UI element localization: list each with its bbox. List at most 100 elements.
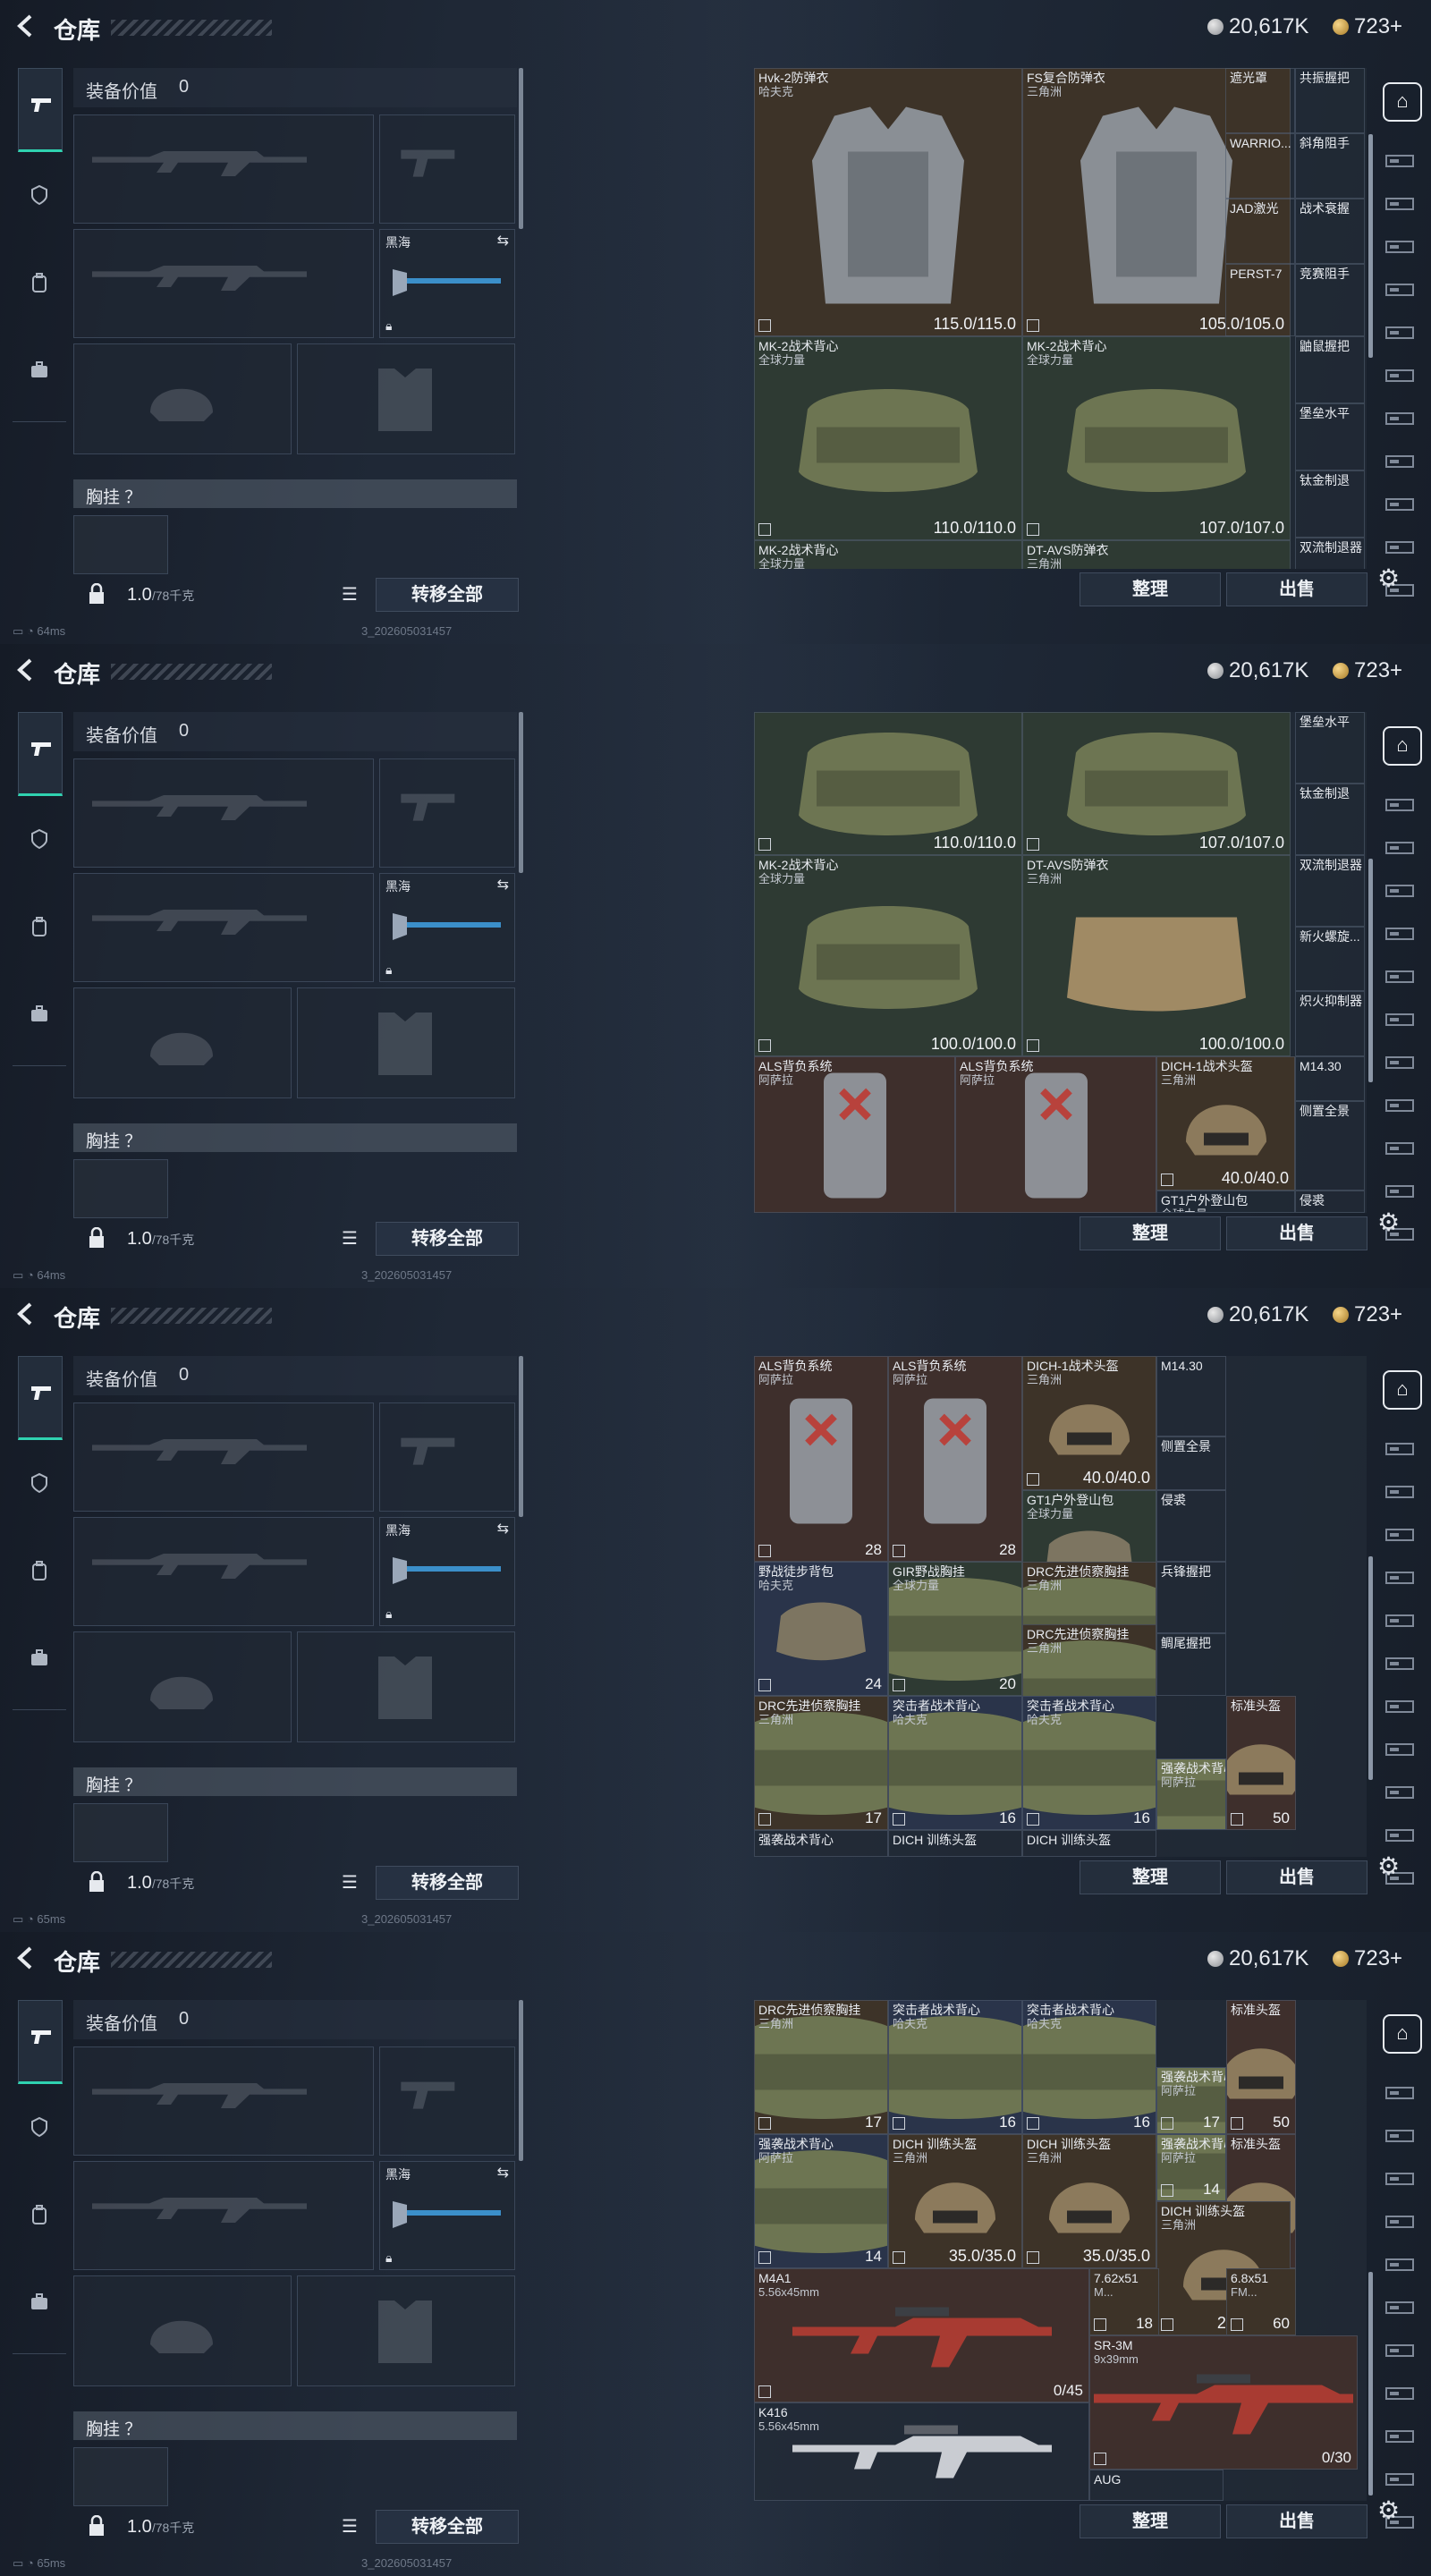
inventory-item[interactable]: DRC先进侦察胸挂三角洲 17 (754, 1696, 888, 1830)
briefcase-icon[interactable] (29, 2292, 50, 2313)
category-icon[interactable] (1384, 279, 1417, 304)
inventory-item[interactable]: GIR野战胸挂 全球力量 20 (888, 1562, 1022, 1696)
badge-icon[interactable] (29, 2116, 50, 2138)
home-icon[interactable]: ⌂ (1383, 2014, 1422, 2054)
inventory-item[interactable]: SR-3M 9x39mm 0/30 (1089, 2335, 1358, 2470)
sell-button[interactable]: 出售 (1226, 572, 1367, 606)
inventory-item[interactable]: MK-2战术背心 全球力量 (754, 540, 1022, 569)
category-icon[interactable] (1384, 2082, 1417, 2107)
inventory-item[interactable]: ALS背负系统 阿萨拉 28 (888, 1356, 1022, 1562)
inventory-item[interactable]: ALS背负系统 阿萨拉 (955, 1056, 1156, 1213)
inventory-item[interactable]: 竞赛阻手 (1295, 264, 1365, 336)
category-icon[interactable] (1384, 2383, 1417, 2408)
inventory-item[interactable]: AUG (1089, 2470, 1224, 2501)
list-icon[interactable]: ☰ (342, 583, 358, 606)
inventory-item[interactable]: DT-AVS防弹衣 三角洲 100.0/100.0 (1022, 855, 1291, 1056)
inventory-item[interactable]: PERST-7 (1225, 264, 1295, 336)
inventory-item[interactable]: DT-AVS防弹衣 三角洲 (1022, 540, 1291, 569)
inventory-item[interactable]: 7.62x51 M... 18 (1089, 2268, 1159, 2335)
primary-weapon-slot[interactable] (73, 2046, 374, 2156)
primary-weapon-slot[interactable] (73, 1402, 374, 1512)
inventory-item[interactable]: 遮光罩 (1225, 68, 1295, 133)
transfer-all-button[interactable]: 转移全部 (376, 2510, 519, 2544)
inventory-item[interactable]: 强袭战术背心 (754, 1830, 888, 1857)
inventory-item[interactable]: 110.0/110.0 (754, 712, 1022, 855)
category-icon[interactable] (1384, 365, 1417, 390)
category-icon[interactable] (1384, 2125, 1417, 2150)
transfer-all-button[interactable]: 转移全部 (376, 1866, 519, 1900)
category-icon[interactable] (1384, 1782, 1417, 1807)
inventory-item[interactable]: M14.30 (1295, 1056, 1365, 1101)
inventory-item[interactable]: M14.30 (1156, 1356, 1226, 1436)
category-icon[interactable] (1384, 923, 1417, 948)
left-scrollbar[interactable] (519, 2000, 523, 2161)
inventory-item[interactable]: 侵裘 (1295, 1191, 1365, 1213)
inventory-item[interactable]: K416 5.56x45mm (754, 2402, 1089, 2501)
category-icon[interactable] (1384, 1610, 1417, 1635)
melee-slot[interactable]: 黑海 ⇆ 🔒︎ (379, 873, 515, 982)
category-icon[interactable] (1384, 322, 1417, 347)
right-scrollbar[interactable] (1368, 859, 1373, 1082)
category-icon[interactable] (1384, 150, 1417, 175)
category-icon[interactable] (1384, 2340, 1417, 2365)
sort-button[interactable]: 整理 (1080, 572, 1221, 606)
category-icon[interactable] (1384, 2254, 1417, 2279)
backpack-icon[interactable] (29, 916, 50, 937)
category-icon[interactable] (1384, 1739, 1417, 1764)
inventory-item[interactable]: 双流制退器 (1295, 855, 1365, 927)
chest-rig-header[interactable]: 胸挂 ？ (73, 479, 517, 508)
chest-rig-slot[interactable] (73, 515, 168, 574)
list-icon[interactable]: ☰ (342, 1871, 358, 1894)
inventory-item[interactable]: 侧置全景 (1295, 1101, 1365, 1191)
category-icon[interactable] (1384, 2426, 1417, 2451)
category-icon[interactable] (1384, 1653, 1417, 1678)
gold-currency[interactable]: 723+ (1333, 1946, 1402, 1971)
chest-rig-slot[interactable] (73, 1803, 168, 1862)
right-scrollbar[interactable] (1368, 134, 1373, 358)
settings-gear-icon[interactable]: ⚙ (1377, 564, 1400, 593)
home-icon[interactable]: ⌂ (1383, 1370, 1422, 1410)
tab-equipment[interactable] (18, 2000, 63, 2084)
sell-button[interactable]: 出售 (1226, 1216, 1367, 1250)
badge-icon[interactable] (29, 828, 50, 850)
inventory-item[interactable]: MK-2战术背心 全球力量 107.0/107.0 (1022, 336, 1291, 540)
briefcase-icon[interactable] (29, 360, 50, 381)
inventory-item[interactable]: ALS背负系统 阿萨拉 28 (754, 1356, 888, 1562)
sort-button[interactable]: 整理 (1080, 2504, 1221, 2538)
inventory-item[interactable]: 双流制退器 (1295, 538, 1365, 569)
settings-gear-icon[interactable]: ⚙ (1377, 1208, 1400, 1237)
inventory-item[interactable]: 钛金制退 (1295, 784, 1365, 855)
swap-icon[interactable]: ⇆ (497, 232, 509, 250)
swap-icon[interactable]: ⇆ (497, 2164, 509, 2182)
home-icon[interactable]: ⌂ (1383, 726, 1422, 766)
inventory-item[interactable]: 强袭战术背心阿萨拉 (1156, 1758, 1226, 1830)
armor-slot[interactable] (297, 1631, 515, 1742)
primary-weapon-slot[interactable] (73, 758, 374, 868)
sell-button[interactable]: 出售 (1226, 1860, 1367, 1894)
inventory-item[interactable]: 共振握把 (1295, 68, 1365, 133)
inventory-item[interactable]: 6.8x51 FM... 60 (1226, 2268, 1296, 2335)
badge-icon[interactable] (29, 184, 50, 206)
backpack-icon[interactable] (29, 272, 50, 293)
inventory-item[interactable]: 突击者战术背心 哈夫克 16 (1022, 2000, 1156, 2134)
inventory-item[interactable]: DICH-1战术头盔 三角洲 40.0/40.0 (1022, 1356, 1156, 1490)
swap-icon[interactable]: ⇆ (497, 876, 509, 894)
category-icon[interactable] (1384, 1567, 1417, 1592)
category-icon[interactable] (1384, 794, 1417, 819)
category-icon[interactable] (1384, 2297, 1417, 2322)
inventory-item[interactable]: 突击者战术背心 哈夫克 16 (1022, 1696, 1156, 1830)
secondary-weapon-slot[interactable] (73, 2161, 374, 2270)
swap-icon[interactable]: ⇆ (497, 1520, 509, 1538)
category-icon[interactable] (1384, 1524, 1417, 1549)
inventory-item[interactable]: GT1户外登山包全球力量 (1156, 1191, 1295, 1213)
backpack-icon[interactable] (29, 2204, 50, 2225)
chest-rig-header[interactable]: 胸挂 ？ (73, 1123, 517, 1152)
category-icon[interactable] (1384, 837, 1417, 862)
secondary-weapon-slot[interactable] (73, 229, 374, 338)
category-icon[interactable] (1384, 408, 1417, 433)
inventory-item[interactable]: DICH 训练头盔 (1022, 1830, 1156, 1857)
home-icon[interactable]: ⌂ (1383, 82, 1422, 122)
chest-rig-slot[interactable] (73, 1159, 168, 1218)
transfer-all-button[interactable]: 转移全部 (376, 1222, 519, 1256)
right-scrollbar[interactable] (1368, 2272, 1373, 2496)
